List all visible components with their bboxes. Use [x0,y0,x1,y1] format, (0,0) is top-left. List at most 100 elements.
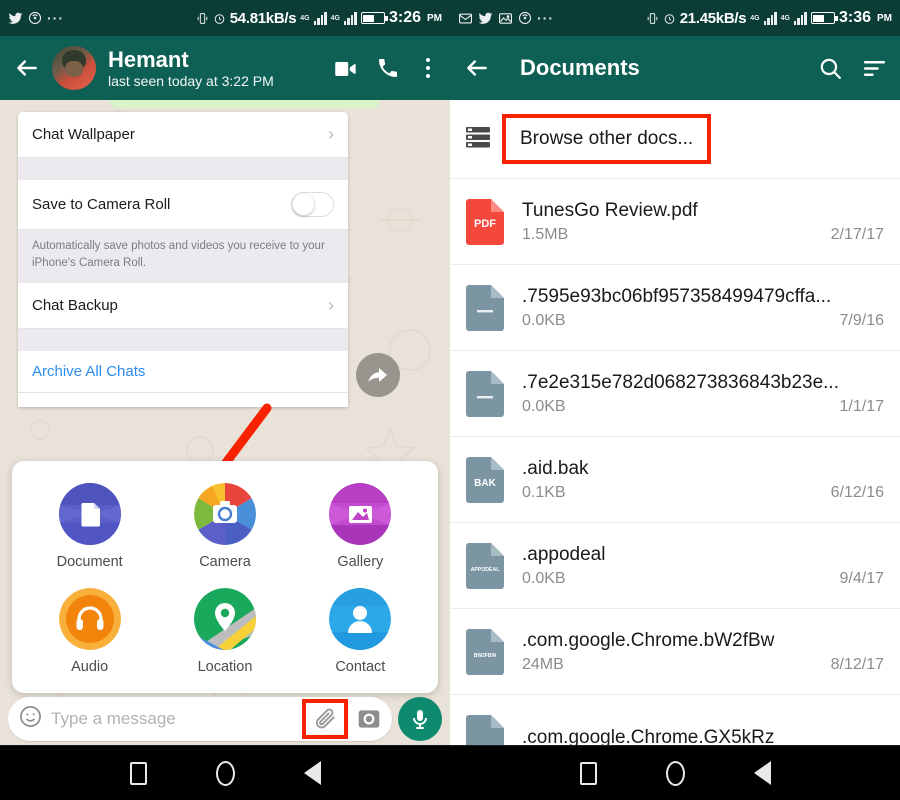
location-pin-icon [193,588,256,650]
table-row[interactable]: .7e2e315e782d068273836843b23e... 0.0KB 1… [450,350,900,436]
screenshot-root: ··· 54.81kB/s 4G 4G 3:26 PM Hemant last … [0,0,900,800]
attach-option-contact[interactable]: Contact [293,588,428,675]
back-button[interactable] [303,761,321,785]
svg-text:APPODEAL: APPODEAL [471,567,501,573]
left-phone-screenshot: ··· 54.81kB/s 4G 4G 3:26 PM Hemant last … [0,0,450,745]
search-icon[interactable] [818,56,842,80]
svg-text:BAK: BAK [474,478,496,489]
more-dots-icon: ··· [537,10,554,26]
attach-option-location[interactable]: Location [157,588,292,675]
svg-text:BW2FBW: BW2FBW [474,653,497,659]
attach-option-audio[interactable]: Audio [22,588,157,675]
attach-option-label: Gallery [337,554,384,570]
kebab-menu-icon[interactable] [420,56,437,81]
file-date: 8/12/17 [830,655,884,673]
table-row[interactable]: BW2FBW .com.google.Chrome.bW2fBw 24MB 8/… [450,608,900,694]
file-name: .7e2e315e782d068273836843b23e... [522,372,839,394]
more-dots-icon: ··· [47,10,64,26]
recents-button[interactable] [579,761,597,785]
sim1-bars-icon [313,11,327,25]
table-row[interactable]: .7595e93bc06bf957358499479cffa... 0.0KB … [450,264,900,350]
attach-option-camera[interactable]: Camera [157,483,292,570]
file-size: 1.5MB [522,225,569,243]
message-input-pill[interactable]: Type a message [8,697,392,741]
alarm-icon [213,12,226,25]
video-call-icon[interactable] [332,56,356,80]
sim2-network-type: 4G [780,14,790,22]
sort-icon[interactable] [862,56,886,80]
table-row[interactable]: PDF TunesGo Review.pdf 1.5MB 2/17/17 [450,178,900,264]
sim2-signal-icon: 4G [781,15,790,22]
file-date: 9/4/17 [839,569,884,587]
paperclip-icon[interactable] [302,699,348,739]
file-date: 7/9/16 [839,311,884,329]
settings-row-chat-wallpaper[interactable]: Chat Wallpaper › [18,112,348,158]
documents-list: Browse other docs... PDF TunesGo Review.… [450,100,900,745]
file-size: 0.0KB [522,311,566,329]
camera-shutter-icon[interactable] [356,706,382,732]
attach-option-label: Audio [71,659,109,675]
recents-button[interactable] [129,761,147,785]
attach-option-label: Document [56,554,123,570]
cast-icon [28,11,42,25]
contact-header[interactable]: Hemant last seen today at 3:22 PM [108,47,274,89]
file-name: .com.google.Chrome.bW2fBw [522,630,775,652]
table-row[interactable]: APPODEAL .appodeal 0.0KB 9/4/17 [450,522,900,608]
alarm-icon [663,12,676,25]
settings-row-label: Chat Backup [32,297,118,315]
home-button[interactable] [215,760,235,786]
file-date: 6/12/16 [830,483,884,501]
android-navigation-bar [0,745,900,800]
table-row[interactable]: .com.google.Chrome.GX5kRz [450,694,900,745]
file-date: 1/1/17 [839,397,884,415]
file-icon-generic [466,714,504,745]
file-icon-pdf: PDF [466,198,504,245]
network-speed-left: 54.81kB/s [229,9,297,27]
browse-other-docs-row[interactable]: Browse other docs... [450,100,900,178]
chat-body: Chat Wallpaper › Save to Camera Roll Aut… [0,100,450,745]
right-status-bar: ··· 21.45kB/s 4G 4G 3:36 PM [450,0,900,36]
gallery-icon [329,483,392,545]
sim1-signal-icon: 4G [300,15,309,22]
documents-app-bar: Documents [450,36,900,100]
contact-last-seen: last seen today at 3:22 PM [108,73,274,90]
ios-settings-card: Chat Wallpaper › Save to Camera Roll Aut… [18,112,348,408]
message-input-field[interactable]: Type a message [51,709,298,729]
settings-row-save-to-camera-roll[interactable]: Save to Camera Roll [18,180,348,230]
file-icon-generic [466,370,504,417]
phone-icon[interactable] [376,56,400,80]
attach-option-gallery[interactable]: Gallery [293,483,428,570]
settings-row-label: Save to Camera Roll [32,196,171,213]
attach-option-label: Location [197,659,253,675]
table-row[interactable]: BAK .aid.bak 0.1KB 6/12/16 [450,436,900,522]
file-name: TunesGo Review.pdf [522,200,698,222]
save-to-camera-roll-toggle[interactable] [291,192,334,217]
forward-arrow-icon[interactable] [356,353,400,397]
settings-row-chat-backup[interactable]: Chat Backup › [18,283,348,330]
cast-icon [518,11,532,25]
gmail-icon [458,11,473,26]
network-speed-right: 21.45kB/s [679,9,747,27]
attach-option-document[interactable]: Document [22,483,157,570]
settings-gap [18,158,348,180]
back-arrow-icon[interactable] [464,55,490,81]
back-arrow-icon[interactable] [14,55,40,81]
right-phone-screenshot: ··· 21.45kB/s 4G 4G 3:36 PM Documents Br… [450,0,900,745]
battery-icon [810,12,838,24]
file-size: 0.1KB [522,483,566,501]
page-title: Documents [520,55,640,80]
file-icon-bak: BAK [466,456,504,503]
home-button[interactable] [665,760,685,786]
sim1-network-type: 4G [750,14,760,22]
microphone-icon[interactable] [398,697,442,741]
vibrate-icon [196,12,209,25]
left-status-bar: ··· 54.81kB/s 4G 4G 3:26 PM [0,0,450,36]
nav-bar-left [0,746,450,800]
back-button[interactable] [753,761,771,785]
archive-all-chats-link[interactable]: Archive All Chats [18,351,348,394]
sim2-bars-icon [793,11,807,25]
emoji-smiley-icon[interactable] [18,704,43,734]
avatar[interactable] [52,46,96,90]
file-size: 24MB [522,655,564,673]
svg-text:PDF: PDF [474,218,496,230]
